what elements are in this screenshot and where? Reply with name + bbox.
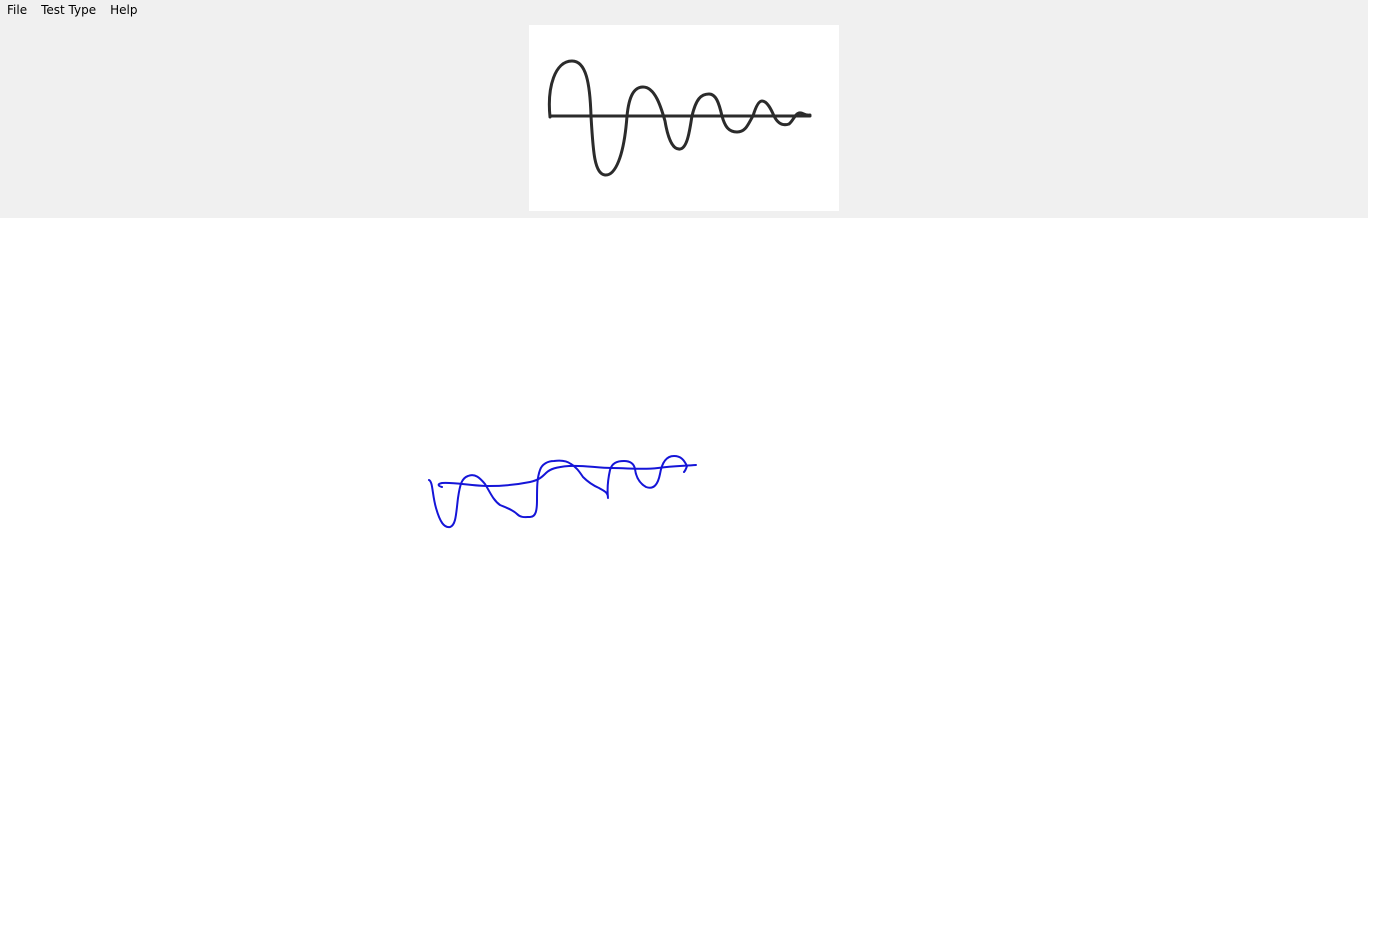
user-drawing-icon: [428, 455, 697, 529]
reference-pattern-card: [529, 25, 839, 211]
menu-help[interactable]: Help: [110, 0, 137, 20]
app-window: File Test Type Help: [0, 0, 1381, 925]
menu-bar: File Test Type Help: [0, 0, 137, 20]
reference-pattern-icon: [547, 59, 812, 177]
menu-test-type[interactable]: Test Type: [41, 0, 96, 20]
drawing-canvas[interactable]: [0, 218, 1381, 925]
reference-wave-line: [547, 59, 812, 177]
top-panel: File Test Type Help: [0, 0, 1368, 218]
menu-file[interactable]: File: [7, 0, 27, 20]
